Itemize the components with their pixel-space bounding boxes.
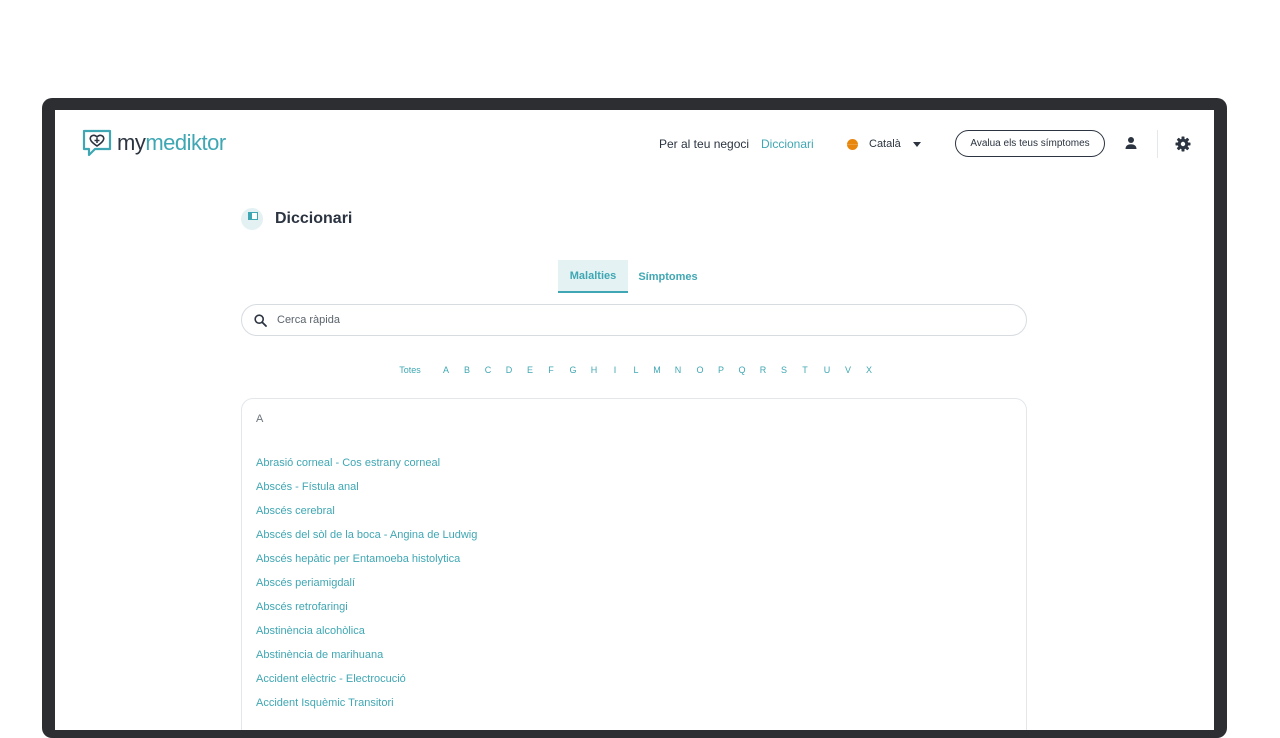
letter-filter[interactable]: A (443, 365, 449, 375)
letter-filter[interactable]: S (781, 365, 787, 375)
logo[interactable]: mymediktor (81, 128, 226, 158)
letter-filter[interactable]: E (527, 365, 533, 375)
nav-business-link[interactable]: Per al teu negoci (659, 134, 749, 154)
disease-list: Abrasió corneal - Cos estrany corneal Ab… (256, 455, 477, 719)
tab-symptoms[interactable]: Símptomes (633, 260, 703, 293)
letter-filter[interactable]: G (569, 365, 576, 375)
caret-down-icon (912, 141, 921, 147)
evaluate-symptoms-button[interactable]: Avalua els teus símptomes (955, 130, 1105, 157)
flag-icon (847, 138, 858, 150)
gear-icon[interactable] (1175, 136, 1191, 157)
letter-filter[interactable]: U (824, 365, 831, 375)
letter-filter[interactable]: C (485, 365, 492, 375)
alphabet-filter: Totes A B C D E F G H I L M N O P Q R S … (55, 365, 1214, 379)
list-item[interactable]: Abstinència de marihuana (256, 647, 477, 671)
letter-filter[interactable]: F (548, 365, 554, 375)
search-bar[interactable] (241, 304, 1027, 336)
list-item[interactable]: Abscés cerebral (256, 503, 477, 527)
letter-filter[interactable]: T (802, 365, 808, 375)
letter-filter[interactable]: L (633, 365, 638, 375)
list-item[interactable]: Accident elèctric - Electrocució (256, 671, 477, 695)
nav-dictionary-link[interactable]: Diccionari (761, 134, 814, 154)
user-icon[interactable] (1124, 136, 1138, 155)
list-item[interactable]: Abscés - Fístula anal (256, 479, 477, 503)
logo-wordmark: mymediktor (117, 132, 226, 154)
logo-mediktor: mediktor (145, 130, 226, 155)
list-item[interactable]: Accident Isquèmic Transitori (256, 695, 477, 719)
letter-filter[interactable]: P (718, 365, 724, 375)
list-item[interactable]: Abscés retrofaringi (256, 599, 477, 623)
language-selector[interactable]: Català (847, 134, 921, 154)
letter-filter[interactable]: V (845, 365, 851, 375)
letter-filter[interactable]: X (866, 365, 872, 375)
list-item[interactable]: Abscés del sòl de la boca - Angina de Lu… (256, 527, 477, 551)
list-item[interactable]: Abrasió corneal - Cos estrany corneal (256, 455, 477, 479)
disease-list-card: A Abrasió corneal - Cos estrany corneal … (241, 398, 1027, 730)
letter-filter[interactable]: O (696, 365, 703, 375)
logo-my: my (117, 130, 146, 155)
letter-filter[interactable]: B (464, 365, 470, 375)
tab-diseases[interactable]: Malalties (558, 260, 628, 293)
search-icon (254, 313, 267, 327)
language-label: Català (869, 138, 901, 150)
search-input[interactable] (275, 313, 979, 327)
letter-filter[interactable]: M (653, 365, 661, 375)
heart-chat-icon (82, 129, 112, 157)
list-item[interactable]: Abscés hepàtic per Entamoeba histolytica (256, 551, 477, 575)
letter-filter[interactable]: N (675, 365, 682, 375)
page-title: Diccionari (275, 210, 353, 227)
letter-filter[interactable]: R (760, 365, 767, 375)
list-item[interactable]: Abstinència alcohòlica (256, 623, 477, 647)
book-icon (241, 208, 263, 230)
page-heading: Diccionari (241, 208, 352, 230)
list-item[interactable]: Abscés periamigdalí (256, 575, 477, 599)
browser-screen: mymediktor Per al teu negoci Diccionari … (55, 110, 1214, 730)
letter-filter[interactable]: I (614, 365, 617, 375)
letter-filter[interactable]: D (506, 365, 513, 375)
letter-filter[interactable]: Q (738, 365, 745, 375)
section-letter-heading: A (256, 413, 264, 425)
letter-filter[interactable]: H (591, 365, 598, 375)
header-divider (1157, 130, 1158, 158)
letter-filter-all[interactable]: Totes (399, 365, 421, 375)
